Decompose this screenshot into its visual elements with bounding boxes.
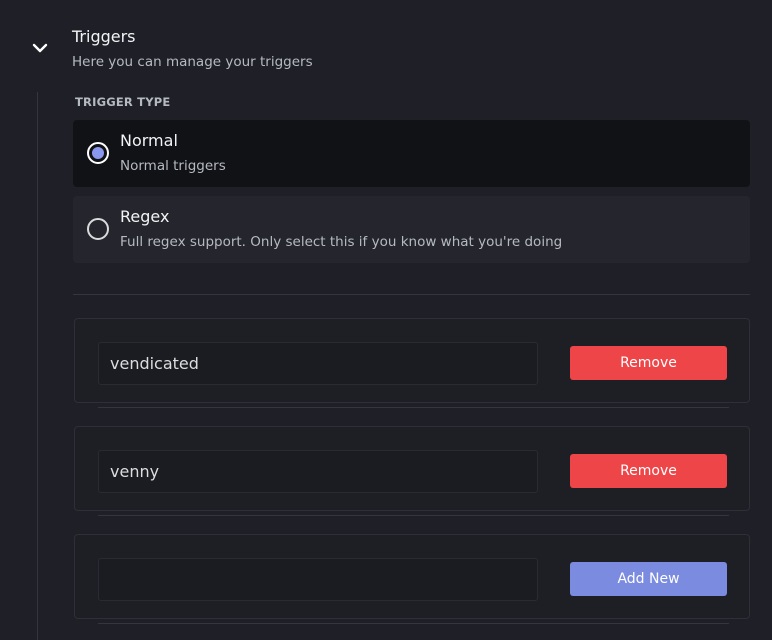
radio-option-regex[interactable]: Regex Full regex support. Only select th…	[73, 196, 750, 263]
collapse-toggle[interactable]	[24, 32, 56, 64]
trigger-type-label: TRIGGER TYPE	[75, 95, 171, 109]
section-subtitle: Here you can manage your triggers	[72, 54, 313, 70]
new-trigger-input[interactable]	[98, 558, 538, 601]
new-trigger-row: Add New	[74, 534, 750, 624]
radio-option-title: Normal	[120, 131, 178, 150]
section-title: Triggers	[72, 27, 136, 46]
section-divider	[73, 294, 750, 295]
trigger-text-input[interactable]	[98, 450, 538, 493]
radio-option-description: Normal triggers	[120, 158, 226, 174]
radio-selected-dot	[92, 147, 104, 159]
radio-option-normal[interactable]: Normal Normal triggers	[73, 120, 750, 187]
radio-option-description: Full regex support. Only select this if …	[120, 234, 563, 250]
triggers-settings-panel: Triggers Here you can manage your trigge…	[0, 0, 772, 640]
trigger-text-input[interactable]	[98, 342, 538, 385]
add-new-trigger-button[interactable]: Add New	[570, 562, 727, 596]
remove-trigger-button[interactable]: Remove	[570, 346, 727, 380]
radio-option-title: Regex	[120, 207, 170, 226]
trigger-row: Remove	[74, 426, 750, 516]
row-divider	[98, 515, 729, 516]
row-divider	[98, 407, 729, 408]
radio-button-normal[interactable]	[87, 142, 109, 164]
trigger-row: Remove	[74, 318, 750, 408]
section-header: Triggers Here you can manage your trigge…	[0, 0, 772, 92]
remove-trigger-button[interactable]: Remove	[570, 454, 727, 488]
row-divider	[98, 623, 729, 624]
chevron-down-icon	[32, 42, 48, 54]
radio-button-regex[interactable]	[87, 218, 109, 240]
tree-connector-line	[37, 92, 38, 640]
